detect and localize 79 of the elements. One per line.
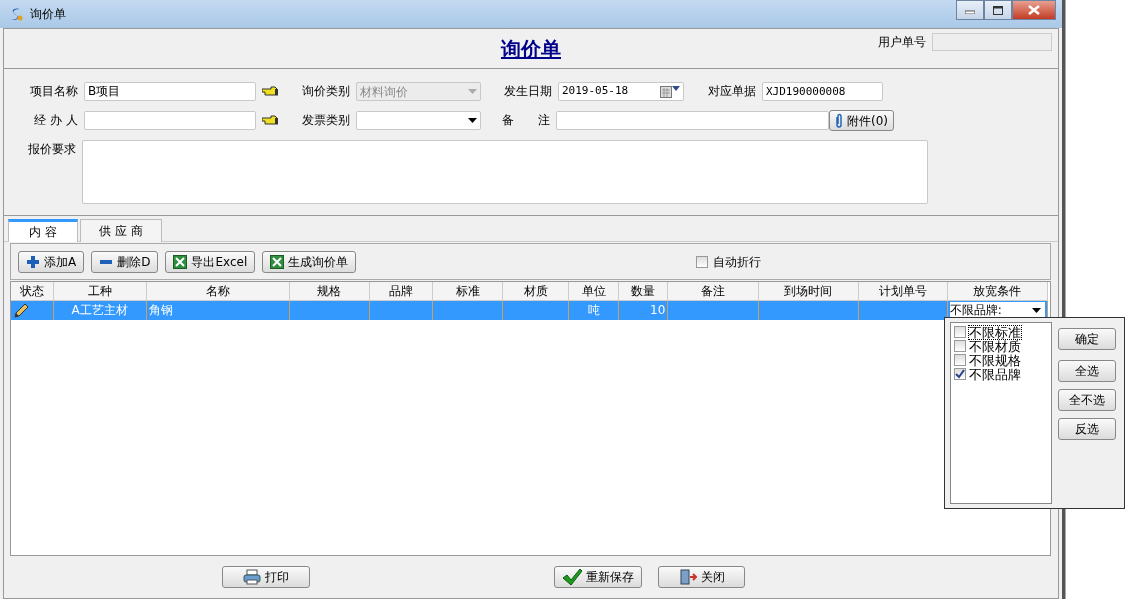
column-header[interactable]: 品牌	[369, 282, 433, 301]
plus-icon	[26, 254, 40, 269]
field-label: 报价要求	[28, 141, 77, 158]
dropdown-field: 材料询价	[356, 82, 481, 101]
checkbox[interactable]	[696, 255, 709, 268]
column-header[interactable]: 单位	[568, 282, 619, 301]
checkbox[interactable]	[954, 368, 966, 380]
printer-icon	[243, 569, 261, 585]
checkbox[interactable]	[954, 354, 966, 366]
spreadsheet-icon	[270, 254, 285, 269]
field-label: 经 办 人	[33, 112, 78, 129]
maximize-icon	[993, 5, 1003, 15]
column-header[interactable]: 规格	[289, 282, 370, 301]
tab[interactable]: 供 应 商	[80, 219, 162, 242]
field-label: 发票类别	[301, 112, 350, 129]
column-header[interactable]: 状态	[11, 282, 54, 301]
footer-button[interactable]: 关闭	[658, 566, 745, 588]
checkbox-label: 不限材质	[969, 339, 1021, 353]
calendar-icon	[660, 85, 672, 98]
form-title: 询价单	[501, 35, 561, 63]
input-field[interactable]	[84, 111, 256, 130]
footer-button[interactable]: 打印	[222, 566, 310, 588]
field-label: 询价类别	[301, 83, 350, 100]
check-icon	[955, 369, 965, 379]
window-title: 询价单	[30, 6, 66, 23]
caret-icon	[468, 89, 477, 94]
dropdown-field[interactable]	[356, 111, 481, 130]
caret-icon	[1032, 307, 1041, 313]
caret-icon	[468, 118, 477, 123]
input-field[interactable]: XJD190000008	[762, 82, 883, 101]
toolbar-button[interactable]: 导出Excel	[165, 250, 256, 273]
column-header[interactable]: 标准	[432, 282, 503, 301]
column-header[interactable]: 材质	[502, 282, 569, 301]
maximize-button[interactable]	[984, 0, 1012, 20]
checkbox-label: 不限标准	[969, 325, 1021, 339]
input-field[interactable]: B项目	[84, 82, 256, 101]
column-header[interactable]: 到场时间	[758, 282, 859, 301]
popup-button[interactable]: 确定	[1058, 328, 1116, 350]
paperclip-icon	[835, 112, 843, 129]
close-icon	[1028, 5, 1040, 15]
field-label: 备 注	[502, 112, 550, 129]
checkbox-label: 不限规格	[969, 353, 1021, 367]
checkbox-label: 自动折行	[713, 253, 762, 271]
footer-button[interactable]: 重新保存	[554, 566, 642, 588]
date-field[interactable]: 2019-05-18	[558, 82, 684, 101]
text-area[interactable]	[82, 140, 928, 204]
column-header[interactable]: 备注	[667, 282, 758, 301]
column-header[interactable]: 工种	[53, 282, 147, 301]
popup-button[interactable]: 全不选	[1058, 389, 1116, 411]
column-header[interactable]: 计划单号	[858, 282, 948, 301]
toolbar-button[interactable]: 生成询价单	[262, 250, 357, 273]
field-label: 对应单据	[707, 83, 756, 100]
table-cell: 角钢	[148, 303, 173, 318]
table-cell: 吨	[587, 303, 600, 318]
popup-button[interactable]: 反选	[1058, 418, 1116, 440]
field-label: 用户单号	[878, 34, 926, 51]
table-cell: A工艺主材	[71, 303, 128, 318]
checkbox[interactable]	[954, 340, 966, 352]
spreadsheet-icon	[173, 254, 188, 269]
toolbar-button[interactable]: 添加A	[18, 250, 85, 273]
app-logo-icon	[8, 6, 24, 22]
attachment-button[interactable]: 附件(0)	[829, 110, 894, 131]
input-field[interactable]	[556, 111, 829, 130]
checkbox[interactable]	[954, 326, 966, 338]
table-cell: 10	[650, 303, 666, 318]
column-header[interactable]: 放宽条件	[947, 282, 1048, 301]
popup-button[interactable]: 全选	[1058, 360, 1116, 382]
field-label: 项目名称	[29, 83, 78, 100]
tab[interactable]: 内 容	[8, 219, 78, 242]
column-header[interactable]: 名称	[146, 282, 290, 301]
close-button[interactable]	[1012, 0, 1056, 20]
checkmark-icon	[562, 568, 582, 586]
checkbox-label: 不限品牌	[969, 367, 1021, 381]
field-label: 发生日期	[503, 83, 552, 100]
column-header[interactable]: 数量	[618, 282, 668, 301]
caret-icon	[672, 85, 680, 91]
toolbar-button[interactable]: 删除D	[91, 250, 159, 273]
input-field[interactable]	[932, 33, 1052, 51]
exit-door-icon	[678, 569, 697, 585]
